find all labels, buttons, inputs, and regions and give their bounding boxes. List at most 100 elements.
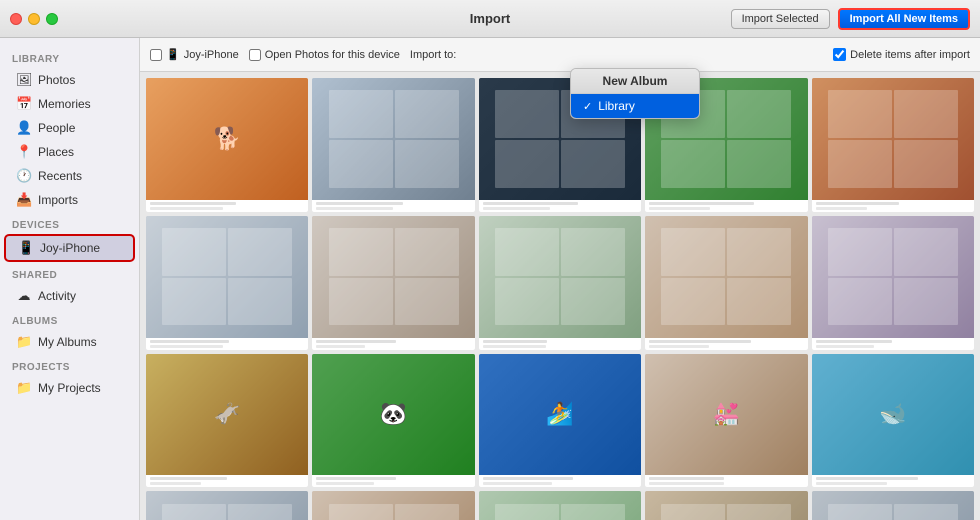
photo-meta: [146, 475, 308, 487]
photo-grid: 🐕🫏🐼🏄💒🐋🍂🌊☂️🧩🦑: [146, 78, 974, 520]
photo-meta: [479, 200, 641, 212]
sidebar-item-my-albums[interactable]: 📁 My Albums: [4, 330, 135, 354]
sidebar-item-label: People: [38, 121, 75, 135]
dropdown-option-label: Library: [598, 99, 635, 113]
photo-cell[interactable]: [812, 491, 974, 520]
sidebar-item-imports[interactable]: 📥 Imports: [4, 188, 135, 212]
photo-meta: [312, 475, 474, 487]
photo-thumbnail: [812, 216, 974, 338]
window-title: Import: [470, 11, 510, 26]
sidebar-item-label: Photos: [38, 73, 75, 87]
sidebar-item-label: Activity: [38, 289, 76, 303]
main-area: Library 🖼 Photos 📅 Memories 👤 People 📍 P…: [0, 38, 980, 520]
sidebar-item-joy-iphone[interactable]: 📱 Joy-iPhone: [4, 234, 135, 262]
check-icon: ✓: [583, 100, 592, 113]
photo-thumbnail: 🫏: [146, 354, 308, 476]
photo-cell[interactable]: [312, 216, 474, 350]
photo-cell[interactable]: [312, 78, 474, 212]
open-photos-option[interactable]: Open Photos for this device: [249, 49, 400, 61]
photo-cell[interactable]: 💒: [645, 354, 807, 488]
photo-thumbnail: [812, 78, 974, 200]
albums-icon: 📁: [16, 334, 32, 350]
import-destination-dropdown[interactable]: New Album ✓ Library: [570, 68, 700, 119]
photo-meta: [645, 475, 807, 487]
photo-thumbnail: 🏄: [479, 354, 641, 476]
device-icon: 📱: [166, 48, 180, 61]
photo-cell[interactable]: [812, 216, 974, 350]
photo-cell[interactable]: [479, 216, 641, 350]
sidebar-item-label: Memories: [38, 97, 91, 111]
photo-cell[interactable]: 🫏: [146, 354, 308, 488]
sidebar-item-label: My Projects: [38, 381, 101, 395]
places-icon: 📍: [16, 144, 32, 160]
device-selector[interactable]: 📱 Joy-iPhone: [150, 48, 239, 61]
photo-cell[interactable]: [479, 491, 641, 520]
photo-cell[interactable]: [812, 78, 974, 212]
open-photos-checkbox[interactable]: [249, 49, 261, 61]
photo-meta: [812, 200, 974, 212]
photo-cell[interactable]: [645, 491, 807, 520]
dropdown-header: New Album: [571, 69, 699, 94]
photo-thumbnail: [645, 216, 807, 338]
open-photos-label: Open Photos for this device: [265, 49, 400, 61]
import-to-label: Import to:: [410, 49, 456, 61]
sidebar-item-places[interactable]: 📍 Places: [4, 140, 135, 164]
photo-meta: [146, 200, 308, 212]
sidebar-section-shared: Shared: [0, 262, 139, 284]
photo-cell[interactable]: 🐕: [146, 78, 308, 212]
sidebar-item-people[interactable]: 👤 People: [4, 116, 135, 140]
photo-cell[interactable]: [146, 491, 308, 520]
maximize-button[interactable]: [46, 13, 58, 25]
import-selected-button[interactable]: Import Selected: [731, 9, 830, 29]
sidebar-section-albums: Albums: [0, 308, 139, 330]
sidebar-section-devices: Devices: [0, 212, 139, 234]
iphone-icon: 📱: [18, 240, 34, 256]
sidebar-item-my-projects[interactable]: 📁 My Projects: [4, 376, 135, 400]
device-name: Joy-iPhone: [184, 49, 239, 61]
photo-cell[interactable]: 🐼: [312, 354, 474, 488]
activity-icon: ☁: [16, 288, 32, 304]
photo-meta: [645, 200, 807, 212]
window-controls: [10, 13, 58, 25]
delete-checkbox[interactable]: [833, 48, 846, 61]
title-bar-actions: Import Selected Import All New Items: [731, 8, 970, 30]
photo-thumbnail: [146, 491, 308, 520]
photo-cell[interactable]: 🐋: [812, 354, 974, 488]
photo-thumbnail: 💒: [645, 354, 807, 476]
photo-cell[interactable]: [645, 216, 807, 350]
sidebar-item-activity[interactable]: ☁ Activity: [4, 284, 135, 308]
photo-meta: [812, 338, 974, 350]
photo-meta: [479, 475, 641, 487]
sidebar-item-recents[interactable]: 🕐 Recents: [4, 164, 135, 188]
sidebar-item-memories[interactable]: 📅 Memories: [4, 92, 135, 116]
photo-cell[interactable]: [312, 491, 474, 520]
photo-thumbnail: [479, 491, 641, 520]
sidebar-item-label: Places: [38, 145, 74, 159]
people-icon: 👤: [16, 120, 32, 136]
photos-icon: 🖼: [16, 72, 32, 88]
close-button[interactable]: [10, 13, 22, 25]
minimize-button[interactable]: [28, 13, 40, 25]
photo-thumbnail: [146, 216, 308, 338]
photo-cell[interactable]: [146, 216, 308, 350]
photo-cell[interactable]: 🏄: [479, 354, 641, 488]
sidebar: Library 🖼 Photos 📅 Memories 👤 People 📍 P…: [0, 38, 140, 520]
photo-meta: [146, 338, 308, 350]
photo-thumbnail: [645, 491, 807, 520]
device-checkbox[interactable]: [150, 49, 162, 61]
photo-meta: [812, 475, 974, 487]
projects-icon: 📁: [16, 380, 32, 396]
import-all-button[interactable]: Import All New Items: [838, 8, 970, 30]
photo-meta: [645, 338, 807, 350]
sidebar-item-photos[interactable]: 🖼 Photos: [4, 68, 135, 92]
import-toolbar: 📱 Joy-iPhone Open Photos for this device…: [140, 38, 980, 72]
delete-label: Delete items after import: [850, 49, 970, 61]
photo-thumbnail: 🐋: [812, 354, 974, 476]
photo-thumbnail: 🐕: [146, 78, 308, 200]
dropdown-library-option[interactable]: ✓ Library: [571, 94, 699, 118]
delete-after-import-option[interactable]: Delete items after import: [833, 48, 970, 61]
sidebar-section-library: Library: [0, 46, 139, 68]
sidebar-item-label: Recents: [38, 169, 82, 183]
sidebar-item-label: Joy-iPhone: [40, 241, 100, 255]
memories-icon: 📅: [16, 96, 32, 112]
